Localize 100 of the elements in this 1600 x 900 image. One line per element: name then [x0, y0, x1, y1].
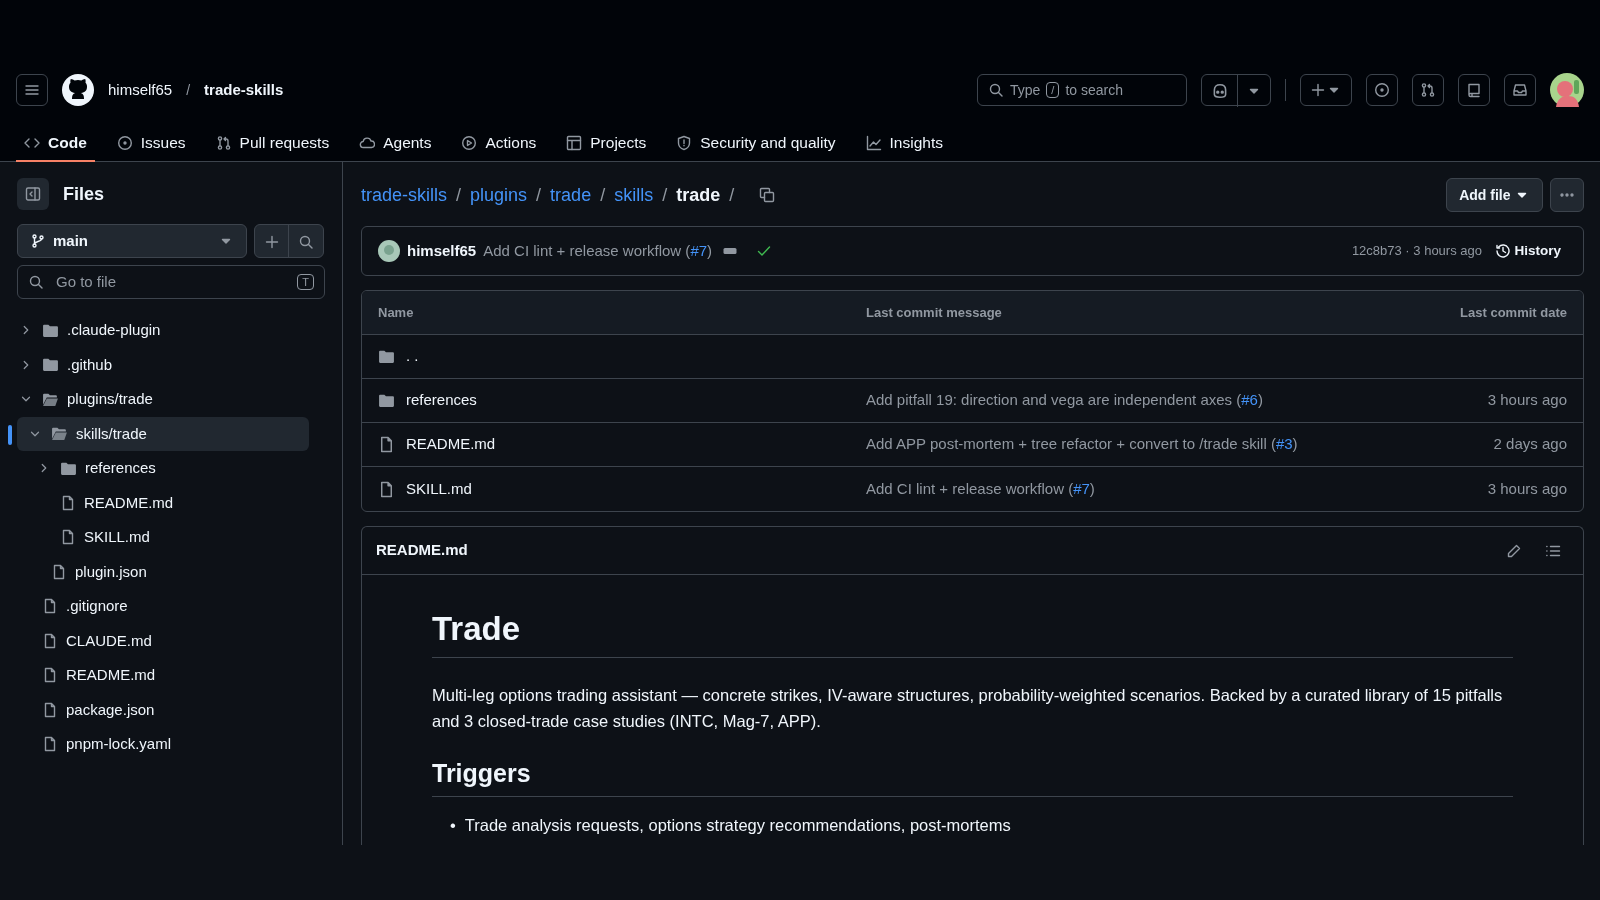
file-icon — [42, 736, 58, 753]
tree-item[interactable]: package.json — [17, 692, 309, 727]
commit-date: 3 hours ago — [1487, 478, 1567, 499]
parent-directory-link[interactable]: . . — [406, 345, 419, 368]
file-link[interactable]: README.md — [406, 433, 496, 456]
breadcrumb-current: trade — [676, 183, 721, 207]
plus-icon — [1310, 82, 1326, 98]
path-separator: / — [729, 183, 735, 207]
nav-tab[interactable]: Issues — [108, 125, 194, 162]
column-header: Last commit date — [1460, 303, 1567, 322]
pull-request-link[interactable]: #3 — [1275, 435, 1293, 453]
tree-item[interactable]: SKILL.md — [17, 520, 309, 555]
collapse-panel-button[interactable] — [17, 178, 49, 210]
repositories-button[interactable] — [1458, 74, 1490, 106]
nav-tab[interactable]: Actions — [453, 125, 545, 162]
author-avatar[interactable] — [378, 240, 400, 262]
path-separator: / — [536, 183, 542, 207]
pencil-icon — [1506, 542, 1522, 559]
nav-tab[interactable]: Agents — [351, 125, 440, 162]
commit-date: 3 hours ago — [1487, 390, 1567, 411]
commit-message: Add CI lint + release workflow (#7) — [483, 240, 713, 261]
repo-link[interactable]: trade-skills — [204, 78, 284, 102]
breadcrumb-link[interactable]: plugins — [470, 181, 528, 209]
issue-icon — [1374, 82, 1390, 98]
add-file-button[interactable]: Add file — [1446, 178, 1543, 212]
create-new-button[interactable] — [1300, 74, 1352, 106]
nav-tab[interactable]: Code — [16, 125, 95, 162]
shortcut-key: T — [297, 274, 314, 290]
inbox-icon — [1512, 82, 1528, 98]
branch-icon — [30, 233, 46, 249]
tree-item[interactable]: .claude-plugin — [17, 313, 309, 348]
go-to-file-input[interactable]: Go to file — [54, 269, 288, 295]
pull-request-icon — [1420, 82, 1436, 98]
search-icon — [28, 274, 44, 290]
nav-tab[interactable]: Projects — [558, 125, 655, 162]
owner-link[interactable]: himself65 — [108, 78, 173, 102]
pull-request-link[interactable]: #7 — [690, 241, 708, 259]
folder-icon — [42, 356, 59, 374]
search-hint: Type — [1010, 80, 1041, 100]
file-icon — [42, 598, 58, 615]
divider-line — [1285, 79, 1286, 101]
branch-selector[interactable]: main — [17, 224, 247, 258]
history-button[interactable]: History — [1489, 236, 1567, 266]
pull-requests-button[interactable] — [1412, 74, 1444, 106]
go-to-file-field[interactable]: Go to file T — [17, 265, 325, 299]
nav-tab[interactable]: Security and quality — [668, 125, 844, 162]
nav-tab[interactable]: Pull requests — [207, 125, 338, 162]
tree-item[interactable]: pnpm-lock.yaml — [17, 727, 309, 762]
inbox-button[interactable] — [1504, 74, 1536, 106]
cat-logo-icon[interactable] — [62, 74, 94, 106]
tree-item[interactable]: plugin.json — [17, 554, 309, 589]
tree-item[interactable]: .gitignore — [17, 589, 309, 624]
tree-item[interactable]: README.md — [17, 658, 309, 693]
breadcrumb-link[interactable]: trade — [550, 181, 592, 209]
file-link[interactable]: references — [406, 389, 477, 412]
sidebar-icon — [25, 186, 41, 202]
avatar[interactable] — [1550, 73, 1584, 107]
pull-request-link[interactable]: #7 — [1073, 479, 1090, 497]
history-icon — [1495, 243, 1511, 259]
file-icon — [51, 563, 67, 580]
commit-message: Add CI lint + release workflow (#7) — [866, 479, 1095, 497]
menu-icon — [24, 82, 40, 98]
search-icon — [298, 233, 314, 250]
shortcut-key: / — [1046, 82, 1060, 98]
search-field[interactable]: Type / to search — [977, 74, 1187, 106]
folder-icon — [51, 425, 68, 443]
nav-tab[interactable]: Insights — [857, 125, 951, 162]
folder-icon — [378, 348, 395, 365]
path-separator: / — [600, 183, 606, 207]
tree-item[interactable]: README.md — [17, 485, 309, 520]
pull-request-icon — [215, 134, 232, 151]
issue-icon — [116, 134, 133, 151]
file-icon — [60, 529, 76, 546]
search-icon — [988, 82, 1004, 98]
file-link[interactable]: SKILL.md — [406, 477, 472, 501]
more-options-button[interactable] — [1550, 178, 1584, 212]
tree-item[interactable]: CLAUDE.md — [17, 623, 309, 658]
file-icon — [378, 436, 395, 453]
panel-title: Files — [63, 182, 105, 206]
commit-message: Add pitfall 19: direction and vega are independent axes (#6) — [866, 391, 1263, 409]
graph-icon — [865, 134, 882, 151]
breadcrumb-link[interactable]: trade-skills — [361, 181, 448, 209]
menu-button[interactable] — [16, 74, 48, 106]
file-icon — [42, 701, 58, 718]
commit-message: Add APP post-mortem + tree refactor + convert to /trade skill (#3) — [866, 435, 1298, 453]
path-separator: / — [662, 183, 668, 207]
file-icon — [60, 494, 76, 511]
tree-item[interactable]: references — [17, 451, 309, 486]
bullet-item: Trade analysis requests, options strategy recommendations, post-mortems — [464, 814, 1011, 836]
readme-heading: Trade — [432, 609, 1513, 658]
tree-item[interactable]: .github — [17, 347, 309, 382]
play-icon — [461, 134, 478, 151]
pull-request-link[interactable]: #6 — [1241, 391, 1258, 409]
issues-button[interactable] — [1366, 74, 1398, 106]
author-link[interactable]: himself65 — [407, 239, 477, 263]
readme-filename: README.md — [376, 540, 468, 561]
breadcrumb-link[interactable]: skills — [614, 181, 654, 209]
column-header: Last commit message — [866, 303, 1003, 322]
tree-item[interactable]: plugins/trade — [17, 382, 309, 417]
plus-icon — [263, 233, 280, 250]
